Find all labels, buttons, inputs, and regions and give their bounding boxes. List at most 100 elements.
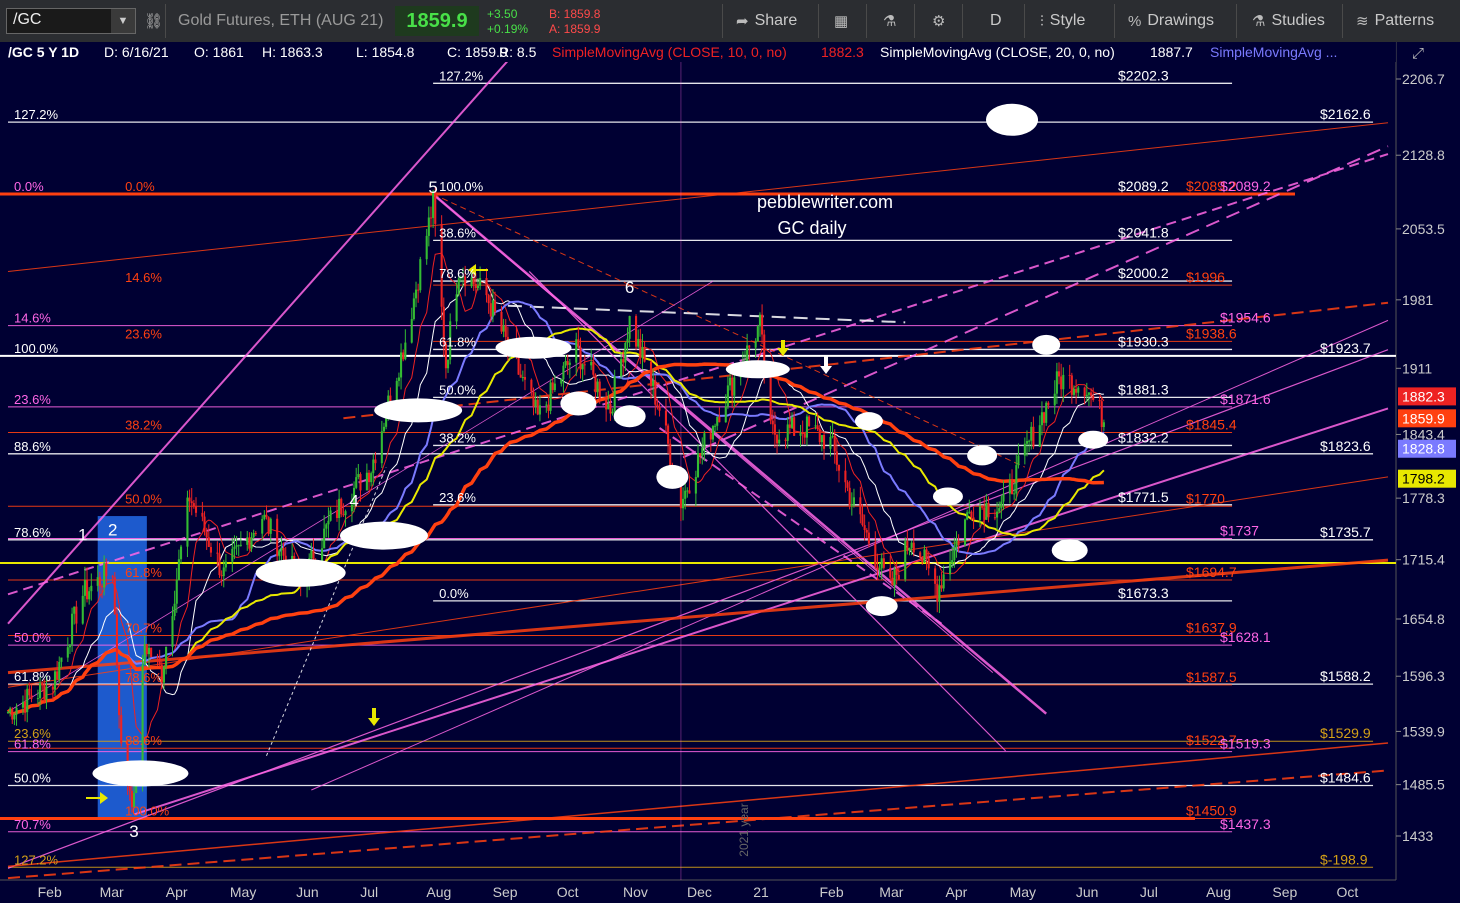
candle-body xyxy=(267,517,270,534)
level-label: $1832.2 xyxy=(1118,429,1169,445)
candle-body xyxy=(58,661,61,680)
candle-body xyxy=(553,383,556,391)
fib-label: 78.6% xyxy=(14,525,51,540)
studies-button[interactable]: ⚗ Studies xyxy=(1252,0,1325,42)
candle-body xyxy=(545,404,548,406)
x-tick-label: Aug xyxy=(426,884,451,900)
level-label: $1770 xyxy=(1186,490,1225,506)
candle-body xyxy=(370,473,373,483)
candle-body xyxy=(703,433,706,448)
candle-body xyxy=(365,472,368,491)
candle-body xyxy=(769,371,772,421)
price-chart[interactable]: $2202.3$2162.6$2089.2 $2089.2$2089.2$2041… xyxy=(0,42,1460,903)
fib-label: 70.7% xyxy=(125,621,162,636)
candle-body xyxy=(910,542,913,548)
candle-body xyxy=(325,524,328,529)
x-tick-label: Feb xyxy=(38,884,62,900)
fib-label: 14.6% xyxy=(14,311,51,326)
candle-body xyxy=(357,474,360,478)
x-tick-label: May xyxy=(1010,884,1036,900)
x-tick-label: Jun xyxy=(296,884,319,900)
candle-body xyxy=(611,411,614,414)
candle-body xyxy=(502,325,505,332)
candle-body xyxy=(921,557,924,563)
fib-label: 0.0% xyxy=(14,179,44,194)
wave-label: 1 xyxy=(78,526,87,545)
y-tick-label: 2128.8 xyxy=(1402,147,1445,163)
candle-body xyxy=(380,431,383,464)
y-tick-label: 1911 xyxy=(1402,360,1432,376)
chevron-down-icon[interactable]: ▼ xyxy=(111,9,135,33)
candle-body xyxy=(876,566,879,570)
candle-body xyxy=(658,406,661,411)
period-button[interactable]: D xyxy=(990,0,1002,42)
candle-body xyxy=(547,404,550,411)
candle-body xyxy=(239,544,242,546)
candle-body xyxy=(829,436,832,449)
target-ellipse xyxy=(967,445,998,466)
chart-background xyxy=(0,42,1460,903)
candle-body xyxy=(402,352,405,360)
candle-body xyxy=(250,537,253,549)
header-low: L: 1854.8 xyxy=(356,44,415,60)
patterns-button[interactable]: ≋ Patterns xyxy=(1356,0,1434,42)
candle-body xyxy=(1062,374,1065,390)
level-label: $1694.7 xyxy=(1186,564,1237,580)
candle-body xyxy=(252,533,255,538)
target-ellipse xyxy=(656,464,689,489)
candle-body xyxy=(635,316,638,347)
gear-icon[interactable]: ⚙ xyxy=(932,0,951,42)
candle-body xyxy=(71,613,74,645)
candle-body xyxy=(620,359,623,377)
candle-body xyxy=(233,546,236,549)
drawings-button[interactable]: % Drawings xyxy=(1128,0,1214,42)
candle-body xyxy=(852,497,855,505)
level-label: $1881.3 xyxy=(1118,381,1169,397)
candle-body xyxy=(177,559,180,581)
candle-body xyxy=(205,532,208,538)
candle-body xyxy=(222,567,225,577)
candle-body xyxy=(344,511,347,516)
fib-label: 61.8% xyxy=(439,334,476,349)
wave-label: 3 xyxy=(129,822,138,841)
candle-body xyxy=(175,580,178,604)
grid-icon[interactable]: ▦ xyxy=(834,0,854,42)
header-range: R: 8.5 xyxy=(499,44,537,60)
candle-body xyxy=(179,546,183,560)
candle-body xyxy=(1077,387,1080,393)
candle-body xyxy=(863,525,866,530)
candle-body xyxy=(966,512,969,520)
y-tick-label: 1539.9 xyxy=(1402,723,1445,739)
patterns-label: Patterns xyxy=(1374,12,1435,29)
candle-body xyxy=(605,399,608,410)
candle-body xyxy=(718,416,721,423)
candle-body xyxy=(551,382,554,391)
candle-body xyxy=(1030,426,1033,441)
year-marker: 2021 year xyxy=(737,803,751,856)
level-label: $1954.6 xyxy=(1220,310,1271,326)
style-button[interactable]: ⫶ Style xyxy=(1040,0,1085,42)
level-label: $1628.1 xyxy=(1220,629,1271,645)
expand-icon[interactable]: ⤢ xyxy=(1412,45,1425,62)
candle-body xyxy=(216,552,219,554)
fib-label: 100.0% xyxy=(125,803,170,818)
candle-body xyxy=(761,314,764,335)
candle-body xyxy=(803,433,806,438)
candle-body xyxy=(778,439,781,444)
symbol-input[interactable]: /GC ▼ xyxy=(6,8,136,34)
symbol-description: Gold Futures, ETH (AUG 21) xyxy=(178,12,384,29)
candle-body xyxy=(667,425,670,444)
share-button[interactable]: ➦ Share xyxy=(736,0,797,42)
flask-icon[interactable]: ⚗ xyxy=(883,0,902,42)
candle-body xyxy=(609,404,612,414)
candle-body xyxy=(923,549,926,563)
candle-body xyxy=(224,561,227,568)
candle-body xyxy=(419,259,422,291)
candle-body xyxy=(201,512,204,517)
candle-body xyxy=(641,346,644,358)
sma20-label: SimpleMovingAvg (CLOSE, 20, 0, no) xyxy=(880,44,1115,60)
candle-body xyxy=(494,300,497,312)
target-ellipse xyxy=(932,487,963,506)
y-tick-label: 2206.7 xyxy=(1402,71,1445,87)
candle-body xyxy=(162,666,165,683)
